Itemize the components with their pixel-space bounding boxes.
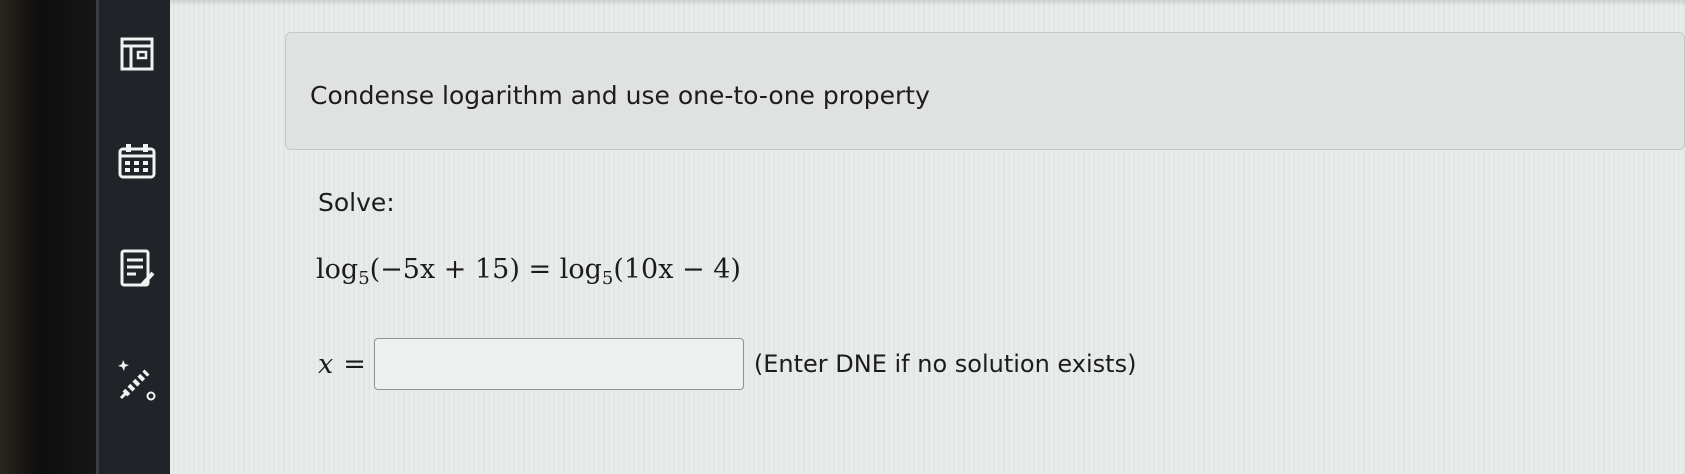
lhs-log-base: 5	[358, 268, 370, 289]
assignment-icon	[120, 249, 155, 287]
screen-edge-shadow	[170, 0, 1685, 6]
question-title: Condense logarithm and use one-to-one pr…	[310, 81, 930, 110]
answer-input[interactable]	[373, 338, 744, 390]
answer-row: x = (Enter DNE if no solution exists)	[318, 338, 1136, 390]
answer-hint: (Enter DNE if no solution exists)	[753, 350, 1137, 378]
sidebar-item-calendar[interactable]	[117, 138, 157, 184]
main-content: Condense logarithm and use one-to-one pr…	[170, 0, 1685, 474]
sidebar-item-layout[interactable]	[117, 30, 157, 76]
sidebar-item-tools[interactable]	[117, 356, 157, 402]
sidebar-item-assignments[interactable]	[117, 246, 157, 292]
rhs-log: log	[559, 254, 602, 285]
answer-variable: x	[318, 348, 334, 380]
layout-icon	[120, 37, 154, 71]
lhs-log: log	[316, 254, 359, 285]
monitor-bezel	[0, 0, 96, 474]
question-header: Condense logarithm and use one-to-one pr…	[285, 32, 1685, 150]
calendar-icon	[118, 144, 156, 179]
rhs-log-base: 5	[601, 268, 614, 289]
rhs-argument: (10x − 4)	[613, 254, 741, 285]
equation-equals: =	[528, 254, 552, 285]
lhs-argument: (−5x + 15)	[369, 254, 520, 285]
sidebar	[96, 0, 173, 474]
magic-pencil-icon	[118, 360, 156, 401]
question-prompt: Solve:	[318, 188, 395, 217]
answer-equals: =	[343, 348, 366, 380]
equation: log5(−5x + 15) = log5(10x − 4)	[316, 254, 741, 289]
